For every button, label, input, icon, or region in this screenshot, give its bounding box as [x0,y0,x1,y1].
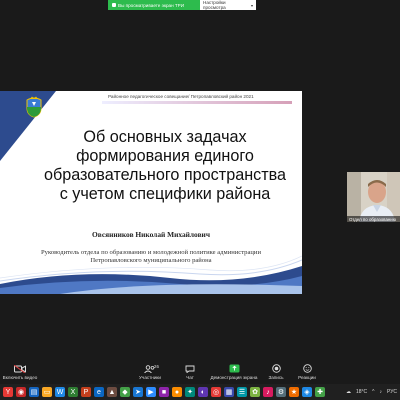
view-settings-button[interactable]: Настройки просмотра ▾ [200,0,256,10]
slide-wave-decoration [0,255,302,294]
screen-share-icon [112,3,116,7]
app-icon-13[interactable]: ⚙ [276,387,286,397]
app-icon-3[interactable]: ◆ [120,387,130,397]
meeting-toolbar: Включить видео 26 Участники Чат Демонстр… [0,361,400,384]
app-icon-9[interactable]: ▦ [224,387,234,397]
participants-label: Участники [139,375,161,380]
language-indicator[interactable]: РУС [387,389,397,395]
system-tray: ☁ 18°C ^ ♪ РУС [346,384,400,400]
weather-temp: 18°C [355,389,368,395]
app-icon-12[interactable]: ♪ [263,387,273,397]
slide-title: Об основных задачах формирования единого… [43,128,287,203]
app-icon-5[interactable]: ● [172,387,182,397]
slide-author: Овсянников Николай Михайлович [92,230,210,239]
app-icon-6[interactable]: ✦ [185,387,195,397]
word-icon[interactable]: W [55,387,65,397]
app-icon-7[interactable]: ◐ [198,387,208,397]
yandex-browser-icon[interactable]: Y [3,387,13,397]
view-settings-label: Настройки просмотра [203,0,226,10]
chat-label: Чат [186,375,194,380]
telegram-icon[interactable]: ➤ [133,387,143,397]
slide-header-stripe [102,101,292,104]
share-status-label: Вы просматриваете экран ТРИ [118,2,185,8]
app-icon-15[interactable]: ◈ [302,387,312,397]
share-status: Вы просматриваете экран ТРИ [108,0,200,10]
chat-icon [185,364,195,373]
taskbar: Y ◉ ▤ ▭ W X P e ▲ ◆ ➤ ▶ ■ ● ✦ ◐ ◎ ▦ ☰ ✿ … [0,384,400,400]
chat-button[interactable]: Чат [180,364,200,380]
app-icon-16[interactable]: ✚ [315,387,325,397]
participants-button[interactable]: 26 Участники [134,364,166,380]
explorer-icon[interactable]: ▭ [42,387,52,397]
participants-count: 26 [154,364,159,369]
share-banner: Вы просматриваете экран ТРИ Настройки пр… [108,0,256,10]
app-icon-8[interactable]: ◎ [211,387,221,397]
start-video-label: Включить видео [2,375,38,380]
weather-icon: ☁ [345,389,351,395]
reactions-icon [302,364,312,373]
app-icon-2[interactable]: ▲ [107,387,117,397]
reactions-button[interactable]: Реакции [294,364,320,380]
start-video-button[interactable]: Включить видео [0,364,40,380]
share-screen-icon [229,364,240,373]
powerpoint-icon[interactable]: P [81,387,91,397]
slide-caption: Районное педагогическое совещание/ Петро… [108,94,254,99]
shared-screen[interactable]: Районное педагогическое совещание/ Петро… [0,91,302,294]
speaker-name-label: Отдел по образованию [347,216,400,222]
excel-icon[interactable]: X [68,387,78,397]
record-icon [271,364,281,373]
share-screen-button[interactable]: Демонстрация экрана [207,364,261,380]
tray-expand-icon[interactable]: ^ [372,389,374,395]
share-screen-label: Демонстрация экрана [210,375,258,380]
chevron-down-icon: ▾ [250,2,253,8]
record-label: Запись [268,375,284,380]
reactions-label: Реакции [298,375,316,380]
volume-icon[interactable]: ♪ [379,389,382,395]
app-icon-14[interactable]: ★ [289,387,299,397]
folder-icon[interactable]: ▤ [29,387,39,397]
speaker-video-tile[interactable]: Отдел по образованию [347,172,400,222]
edge-icon[interactable]: e [94,387,104,397]
zoom-icon[interactable]: ▶ [146,387,156,397]
speaker-avatar [347,172,400,222]
record-button[interactable]: Запись [266,364,286,380]
app-icon-11[interactable]: ✿ [250,387,260,397]
app-icon[interactable]: ◉ [16,387,26,397]
coat-of-arms-icon [26,96,42,118]
video-off-icon [14,364,26,373]
app-icon-4[interactable]: ■ [159,387,169,397]
app-icon-10[interactable]: ☰ [237,387,247,397]
